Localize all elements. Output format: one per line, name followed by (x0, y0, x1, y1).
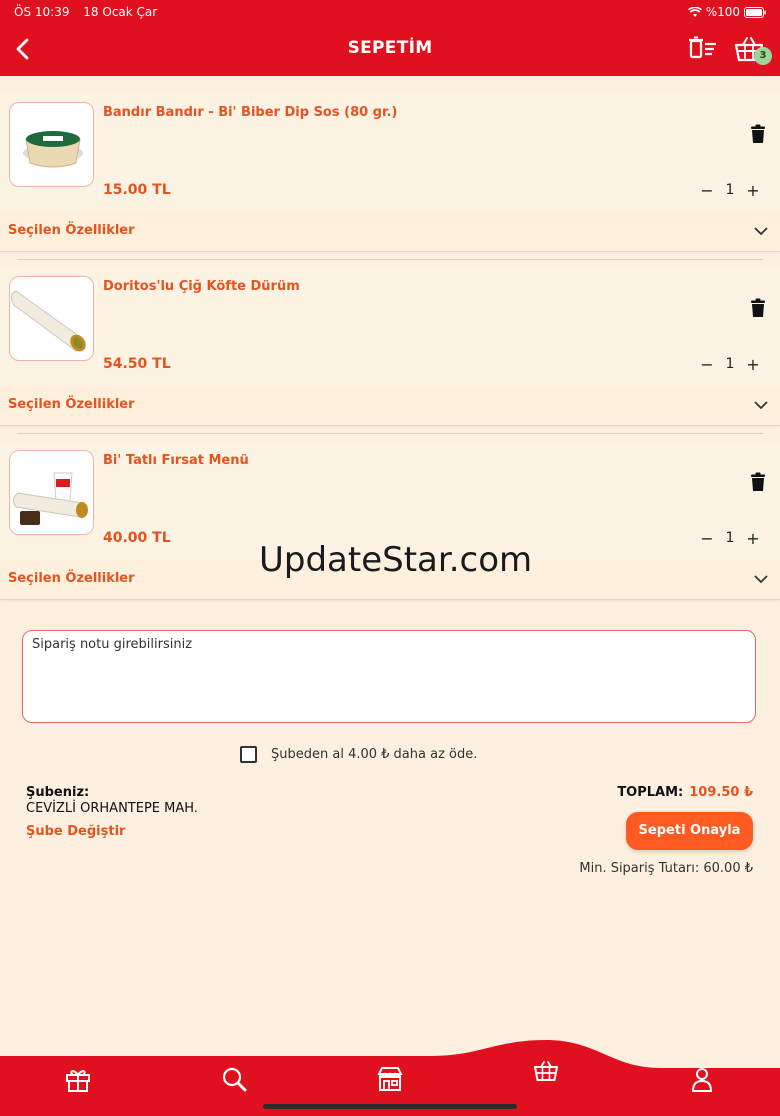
item-divider (17, 433, 763, 434)
quantity-value: 1 (725, 356, 735, 372)
app-header: ÖS 10:39 18 Ocak Çar %100 SEPETİM 3 (0, 0, 780, 76)
quantity-value: 1 (725, 530, 735, 546)
product-price: 15.00 TL (103, 182, 171, 198)
total-value: 109.50 ₺ (689, 785, 753, 800)
decrease-button[interactable]: − (698, 181, 716, 200)
trash-icon[interactable] (749, 472, 767, 492)
product-image (9, 450, 94, 535)
watermark: UpdateStar.com (259, 540, 533, 580)
product-name: Doritos'lu Çiğ Köfte Dürüm (103, 279, 300, 294)
product-name: Bandır Bandır - Bi' Biber Dip Sos (80 gr… (103, 105, 398, 120)
confirm-cart-button[interactable]: Sepeti Onayla (626, 812, 753, 850)
quantity-value: 1 (725, 182, 735, 198)
order-total: TOPLAM: 109.50 ₺ (617, 785, 753, 800)
pickup-option: Şubeden al 4.00 ₺ daha az öde. (240, 746, 477, 763)
battery-level: %100 (705, 5, 740, 19)
min-order-text: Min. Sipariş Tutarı: 60.00 ₺ (579, 861, 753, 876)
chevron-down-icon (754, 401, 768, 410)
branch-name: CEVİZLİ ORHANTEPE MAH. (26, 801, 198, 816)
clear-cart-icon[interactable] (688, 36, 718, 62)
pickup-label: Şubeden al 4.00 ₺ daha az öde. (271, 747, 478, 762)
profile-icon[interactable] (687, 1064, 717, 1094)
status-bar: ÖS 10:39 18 Ocak Çar %100 (14, 5, 766, 19)
product-image (9, 276, 94, 361)
quantity-stepper: − 1 + (698, 180, 762, 200)
battery-icon (744, 6, 766, 18)
cart-item: Bandır Bandır - Bi' Biber Dip Sos (80 gr… (0, 94, 780, 252)
selected-features-toggle[interactable]: Seçilen Özellikler (0, 212, 780, 252)
nav-cart-button[interactable] (527, 1052, 565, 1090)
product-image (9, 102, 94, 187)
status-time: ÖS 10:39 (14, 5, 70, 19)
selected-features-toggle[interactable]: Seçilen Özellikler (0, 386, 780, 426)
total-label: TOPLAM: (617, 785, 684, 800)
store-icon[interactable] (375, 1064, 405, 1094)
selected-features-label: Seçilen Özellikler (8, 571, 135, 586)
cart-count-badge: 3 (754, 47, 772, 65)
gift-icon[interactable] (63, 1064, 93, 1094)
decrease-button[interactable]: − (698, 355, 716, 374)
selected-features-label: Seçilen Özellikler (8, 223, 135, 238)
quantity-stepper: − 1 + (698, 528, 762, 548)
decrease-button[interactable]: − (698, 529, 716, 548)
search-icon[interactable] (219, 1064, 249, 1094)
quantity-stepper: − 1 + (698, 354, 762, 374)
change-branch-link[interactable]: Şube Değiştir (26, 824, 125, 839)
increase-button[interactable]: + (744, 181, 762, 200)
basket-icon (534, 1061, 558, 1081)
product-price: 40.00 TL (103, 530, 171, 546)
status-date: 18 Ocak Çar (83, 5, 158, 19)
trash-icon[interactable] (749, 124, 767, 144)
selected-features-label: Seçilen Özellikler (8, 397, 135, 412)
increase-button[interactable]: + (744, 529, 762, 548)
product-price: 54.50 TL (103, 356, 171, 372)
wifi-icon (687, 6, 702, 17)
chevron-down-icon (754, 227, 768, 236)
item-divider (17, 259, 763, 260)
branch-label: Şubeniz: (26, 785, 90, 800)
order-note-input[interactable] (22, 630, 756, 723)
home-indicator (263, 1104, 517, 1109)
pickup-checkbox[interactable] (240, 746, 257, 763)
cart-item: Doritos'lu Çiğ Köfte Dürüm 54.50 TL − 1 … (0, 268, 780, 426)
product-name: Bi' Tatlı Fırsat Menü (103, 453, 249, 468)
chevron-down-icon (754, 575, 768, 584)
trash-icon[interactable] (749, 298, 767, 318)
page-title: SEPETİM (347, 38, 433, 58)
increase-button[interactable]: + (744, 355, 762, 374)
